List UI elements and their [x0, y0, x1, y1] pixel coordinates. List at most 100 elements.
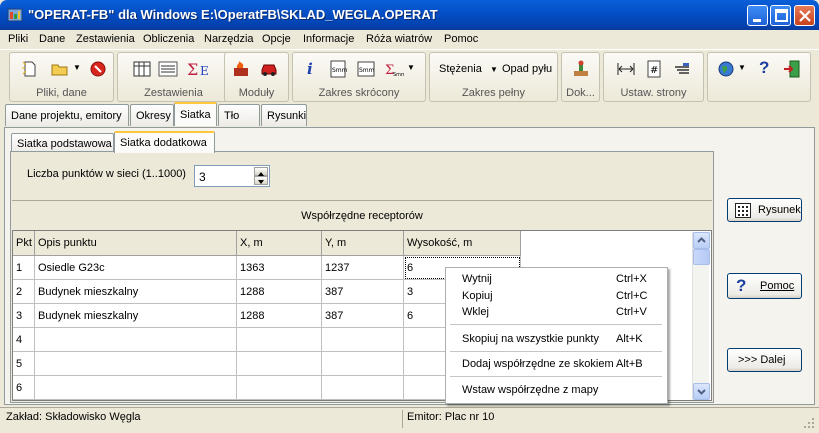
status-bar: Zakład: Składowisko Węgla Emitor: Plac n…: [0, 407, 819, 433]
window-title: "OPERAT-FB" dla Windows E:\OperatFB\SKLA…: [28, 7, 438, 22]
grid-points-label: Liczba punktów w sieci (1..1000): [27, 168, 186, 180]
minimize-button[interactable]: [747, 5, 768, 26]
cell-y[interactable]: [322, 352, 404, 376]
cell-opis[interactable]: [35, 376, 237, 400]
close-button[interactable]: [794, 5, 815, 26]
spin-up-button[interactable]: [254, 167, 268, 176]
resize-grip-icon[interactable]: [803, 417, 815, 429]
menu-informacje[interactable]: Informacje: [303, 33, 354, 45]
tab-siatka[interactable]: Siatka: [174, 102, 217, 126]
tab-tlo[interactable]: Tło: [218, 104, 260, 126]
toolbar-group-misc: ▼ ?: [707, 52, 811, 102]
menu-item-wklej[interactable]: Wklej Ctrl+V: [446, 305, 667, 321]
menu-obliczenia[interactable]: Obliczenia: [143, 33, 194, 45]
menu-opcje[interactable]: Opcje: [262, 33, 291, 45]
cell-opis[interactable]: [35, 328, 237, 352]
cell-y[interactable]: 1237: [322, 256, 404, 280]
menu-pliki[interactable]: Pliki: [8, 33, 28, 45]
cell-opis[interactable]: [35, 352, 237, 376]
column-header-y[interactable]: Y, m: [322, 231, 404, 256]
cell-x[interactable]: 1363: [237, 256, 322, 280]
cell-y[interactable]: [322, 328, 404, 352]
dalej-button[interactable]: >>> Dalej: [727, 348, 802, 372]
menu-item-wytnij[interactable]: Wytnij Ctrl+X: [446, 272, 667, 288]
cell-opis[interactable]: Osiedle G23c: [35, 256, 237, 280]
minimize-icon: [753, 19, 761, 22]
tab-siatka-podstawowa[interactable]: Siatka podstawowa: [11, 133, 114, 153]
page-number-icon[interactable]: #: [644, 59, 664, 79]
info-icon[interactable]: i: [307, 60, 313, 78]
cell-opis[interactable]: Budynek mieszkalny: [35, 304, 237, 328]
cell-y[interactable]: 387: [322, 304, 404, 328]
smm-page-icon[interactable]: Smm: [328, 59, 348, 79]
tab-rysunki[interactable]: Rysunki: [261, 104, 307, 126]
column-header-opis[interactable]: Opis punktu: [35, 231, 237, 256]
toolbar-group-label: Dok...: [566, 87, 595, 99]
dropdown-arrow-icon[interactable]: ▼: [490, 65, 498, 74]
menu-item-label: Skopiuj na wszystkie punkty: [462, 333, 599, 345]
toolbar-group-label: Moduły: [238, 87, 275, 99]
help-icon[interactable]: ?: [759, 58, 769, 78]
menu-zestawienia[interactable]: Zestawienia: [76, 33, 135, 45]
cell-y[interactable]: [322, 376, 404, 400]
cell-x[interactable]: 1288: [237, 304, 322, 328]
dropdown-arrow-icon[interactable]: ▼: [73, 63, 81, 72]
spin-down-button[interactable]: [254, 176, 268, 185]
stezenia-button[interactable]: Stężenia: [439, 63, 482, 75]
tab-dane-projektu[interactable]: Dane projektu, emitory: [5, 104, 129, 126]
grid-vertical-scrollbar[interactable]: [692, 232, 710, 400]
opad-pylu-button[interactable]: Opad pyłu: [502, 63, 552, 75]
tab-siatka-dodatkowa[interactable]: Siatka dodatkowa: [114, 131, 215, 153]
app-icon: [7, 8, 23, 22]
cell-x[interactable]: 1288: [237, 280, 322, 304]
cell-y[interactable]: 387: [322, 280, 404, 304]
menu-dane[interactable]: Dane: [39, 33, 65, 45]
printer-setup-icon[interactable]: [672, 59, 692, 79]
exit-door-icon[interactable]: [782, 59, 802, 79]
menu-item-kopiuj[interactable]: Kopiuj Ctrl+C: [446, 289, 667, 305]
cell-x[interactable]: [237, 376, 322, 400]
document-stamp-icon[interactable]: [571, 59, 591, 79]
help-icon: ?: [736, 276, 747, 295]
menu-roza-wiatrow[interactable]: Róża wiatrów: [366, 33, 432, 45]
new-file-icon[interactable]: [20, 59, 40, 79]
rysunek-button[interactable]: Rysunek: [727, 198, 802, 222]
menu-narzedzia[interactable]: Narzędzia: [204, 33, 254, 45]
menu-item-skopiuj-na-wszystkie[interactable]: Skopiuj na wszystkie punkty Alt+K: [446, 332, 667, 348]
toolbar-group-label: Pliki, dane: [36, 87, 87, 99]
tab-okresy[interactable]: Okresy: [130, 104, 174, 126]
grid-dots-icon: [735, 203, 751, 218]
page-width-icon[interactable]: [616, 59, 636, 79]
sigma-smm-icon[interactable]: ΣSmm: [384, 59, 404, 79]
menu-item-shortcut: Ctrl+C: [616, 290, 648, 302]
exit-icon[interactable]: [88, 59, 108, 79]
dalej-button-label: >>> Dalej: [738, 354, 786, 366]
sum-icon[interactable]: ΣE: [186, 59, 212, 79]
svg-text:Σ: Σ: [187, 60, 198, 79]
svg-text:Smm: Smm: [359, 67, 375, 74]
column-header-x[interactable]: X, m: [237, 231, 322, 256]
menu-item-wstaw-z-mapy[interactable]: Wstaw współrzędne z mapy: [446, 383, 667, 399]
dropdown-arrow-icon[interactable]: ▼: [407, 63, 415, 72]
factory-fire-icon[interactable]: [231, 59, 251, 79]
cell-x[interactable]: [237, 328, 322, 352]
globe-icon[interactable]: [716, 59, 736, 79]
dropdown-arrow-icon[interactable]: ▼: [738, 63, 746, 72]
scroll-down-button[interactable]: [693, 383, 710, 400]
scroll-thumb[interactable]: [693, 249, 710, 265]
column-header-pkt[interactable]: Pkt: [13, 231, 35, 256]
list-report-icon[interactable]: [158, 59, 178, 79]
grid-points-spinner[interactable]: 3: [194, 165, 270, 187]
pomoc-button[interactable]: ? Pomoc: [727, 273, 802, 299]
menu-item-dodaj-wspolrzedne[interactable]: Dodaj współrzędne ze skokiem Alt+B: [446, 357, 667, 373]
menu-pomoc[interactable]: Pomoc: [444, 33, 478, 45]
column-header-wysokosc[interactable]: Wysokość, m: [404, 231, 521, 256]
maximize-button[interactable]: [770, 5, 791, 26]
scroll-up-button[interactable]: [693, 232, 710, 249]
table-icon[interactable]: [132, 59, 152, 79]
cell-opis[interactable]: Budynek mieszkalny: [35, 280, 237, 304]
cell-x[interactable]: [237, 352, 322, 376]
car-icon[interactable]: [259, 59, 279, 79]
smm-sheet-icon[interactable]: Smm: [356, 59, 376, 79]
open-folder-icon[interactable]: [50, 59, 70, 79]
